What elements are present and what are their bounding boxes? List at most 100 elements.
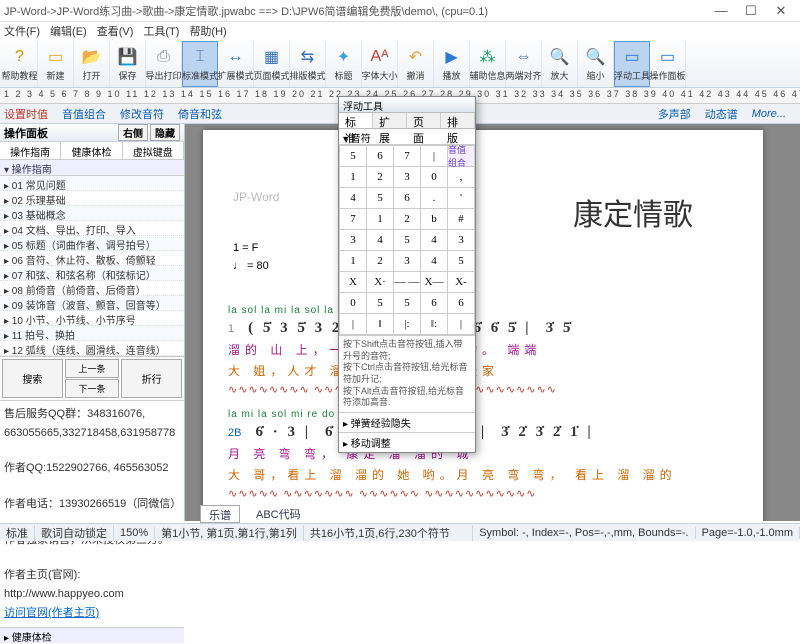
- toolbar-保存[interactable]: 💾保存: [110, 41, 146, 87]
- palette-key[interactable]: 4: [367, 230, 393, 250]
- palette-key[interactable]: 音值组合: [448, 146, 474, 166]
- palette-key[interactable]: ,: [448, 167, 474, 187]
- toolbar-扩展模式[interactable]: ↔扩展模式: [218, 41, 254, 87]
- guide-item[interactable]: ▸ 05 标题（词曲作者、调号拍号）: [0, 236, 184, 251]
- tab-value-combo[interactable]: 音值组合: [62, 106, 106, 122]
- palette-key[interactable]: ‖:: [421, 314, 447, 334]
- palette-key[interactable]: 1: [367, 209, 393, 229]
- palette-key[interactable]: — —: [394, 272, 420, 292]
- palette-key[interactable]: 6: [421, 293, 447, 313]
- tab-set-duration[interactable]: 设置时值: [4, 106, 48, 122]
- palette-key[interactable]: |:: [394, 314, 420, 334]
- toolbar-页面模式[interactable]: ▦页面模式: [254, 41, 290, 87]
- toolbar-字体大小[interactable]: Aᴬ字体大小: [362, 41, 398, 87]
- guide-item[interactable]: ▸ 10 小节、小节线、小节序号: [0, 311, 184, 326]
- guide-item[interactable]: ▸ 01 常见问题: [0, 176, 184, 191]
- visit-homepage-link[interactable]: 访问官网(作者主页): [4, 607, 99, 619]
- float-tab-standard[interactable]: 标准: [339, 113, 373, 128]
- palette-key[interactable]: 2: [394, 209, 420, 229]
- menu-file[interactable]: 文件(F): [4, 23, 40, 39]
- guide-item[interactable]: ▸ 06 音符、休止符、散板、倚颤轻: [0, 251, 184, 266]
- palette-key[interactable]: 5: [394, 230, 420, 250]
- toolbar-两端对齐[interactable]: ⇔两端对齐: [506, 41, 542, 87]
- panel-tab-health[interactable]: 健康体检: [61, 142, 122, 159]
- menu-edit[interactable]: 编辑(E): [50, 23, 87, 39]
- toolbar-播放[interactable]: ▶播放: [434, 41, 470, 87]
- toolbar-新建[interactable]: ▭新建: [38, 41, 74, 87]
- palette-key[interactable]: 7: [340, 209, 366, 229]
- toolbar-放大[interactable]: 🔍放大: [542, 41, 578, 87]
- palette-key[interactable]: |: [421, 146, 447, 166]
- guide-item[interactable]: ▸ 04 文档、导出、打印、导入: [0, 221, 184, 236]
- guide-item[interactable]: ▸ 07 和弦、和弦名称（和弦标记）: [0, 266, 184, 281]
- palette-key[interactable]: |: [340, 314, 366, 334]
- palette-key[interactable]: 4: [421, 230, 447, 250]
- palette-key[interactable]: X-: [448, 272, 474, 292]
- palette-key[interactable]: 5: [448, 251, 474, 271]
- search-button[interactable]: 搜索: [2, 359, 63, 398]
- guide-item[interactable]: ▸ 11 拍号、换拍: [0, 326, 184, 341]
- palette-key[interactable]: .: [421, 188, 447, 208]
- toolbar-标题[interactable]: ✦标题: [326, 41, 362, 87]
- guide-item[interactable]: ▸ 08 前倚音（前倚音、后倚音）: [0, 281, 184, 296]
- float-section-move[interactable]: ▸ 移动调整: [339, 432, 475, 452]
- palette-key[interactable]: 4: [340, 188, 366, 208]
- tab-more[interactable]: More...: [752, 108, 786, 120]
- palette-key[interactable]: 3: [394, 167, 420, 187]
- palette-key[interactable]: ‖: [367, 314, 393, 334]
- prev-button[interactable]: 上一条: [65, 359, 120, 378]
- float-tab-layout[interactable]: 排版: [441, 113, 475, 128]
- tab-multipart[interactable]: 多声部: [658, 106, 691, 122]
- panel-tab-guide[interactable]: 操作指南: [0, 142, 61, 159]
- palette-key[interactable]: 6: [367, 146, 393, 166]
- palette-key[interactable]: 3: [448, 230, 474, 250]
- toolbar-导出打印[interactable]: ⎙导出打印: [146, 41, 182, 87]
- panel-hide-button[interactable]: 隐藏: [150, 124, 180, 141]
- bottom-tab-score[interactable]: 乐谱: [200, 505, 240, 523]
- guide-item[interactable]: ▸ 09 装饰音（波音、颤音、回音等）: [0, 296, 184, 311]
- panel-tab-keyboard[interactable]: 虚拟键盘: [123, 142, 184, 159]
- palette-key[interactable]: 1: [340, 251, 366, 271]
- guide-item[interactable]: ▸ 12 弧线（连线、圆滑线、连音线）: [0, 341, 184, 356]
- menu-tools[interactable]: 工具(T): [143, 23, 179, 39]
- toolbar-打开[interactable]: 📂打开: [74, 41, 110, 87]
- toolbar-缩小[interactable]: 🔍缩小: [578, 41, 614, 87]
- bottom-tab-abc[interactable]: ABC代码: [248, 505, 309, 523]
- menu-view[interactable]: 查看(V): [97, 23, 134, 39]
- float-section-spring[interactable]: ▸ 弹簧经验隐失: [339, 412, 475, 432]
- tab-grace-chord[interactable]: 倚音和弦: [178, 106, 222, 122]
- palette-key[interactable]: ': [448, 188, 474, 208]
- palette-key[interactable]: X: [340, 272, 366, 292]
- float-tab-page[interactable]: 页面: [407, 113, 441, 128]
- toolbar-浮动工具[interactable]: ▭浮动工具: [614, 41, 650, 87]
- guide-item[interactable]: ▸ 03 基础概念: [0, 206, 184, 221]
- panel-dock-right-button[interactable]: 右侧: [118, 124, 148, 141]
- palette-key[interactable]: 2: [367, 167, 393, 187]
- palette-key[interactable]: b: [421, 209, 447, 229]
- palette-key[interactable]: 2: [367, 251, 393, 271]
- toolbar-帮助教程[interactable]: ?帮助教程: [2, 41, 38, 87]
- palette-key[interactable]: 3: [340, 230, 366, 250]
- palette-key[interactable]: 6: [394, 188, 420, 208]
- tab-dynamic[interactable]: 动态谱: [705, 106, 738, 122]
- palette-key[interactable]: 5: [367, 293, 393, 313]
- palette-key[interactable]: X—: [421, 272, 447, 292]
- menu-help[interactable]: 帮助(H): [189, 23, 226, 39]
- minimize-button[interactable]: —: [706, 3, 736, 18]
- palette-key[interactable]: 6: [448, 293, 474, 313]
- float-tab-extend[interactable]: 扩展: [373, 113, 407, 128]
- palette-key[interactable]: |: [448, 314, 474, 334]
- toolbar-辅助信息[interactable]: ⁂辅助信息: [470, 41, 506, 87]
- toolbar-操作面板[interactable]: ▭操作面板: [650, 41, 686, 87]
- palette-key[interactable]: 5: [367, 188, 393, 208]
- palette-key[interactable]: #: [448, 209, 474, 229]
- wrap-button[interactable]: 折行: [121, 359, 182, 398]
- toolbar-标准模式[interactable]: ⌶标准模式: [182, 41, 218, 87]
- toolbar-排版模式[interactable]: ⇆排版模式: [290, 41, 326, 87]
- palette-key[interactable]: 4: [421, 251, 447, 271]
- palette-key[interactable]: 1: [340, 167, 366, 187]
- float-title[interactable]: 浮动工具: [339, 97, 475, 113]
- palette-key[interactable]: 7: [394, 146, 420, 166]
- palette-key[interactable]: 0: [421, 167, 447, 187]
- toolbar-撤消[interactable]: ↶撤消: [398, 41, 434, 87]
